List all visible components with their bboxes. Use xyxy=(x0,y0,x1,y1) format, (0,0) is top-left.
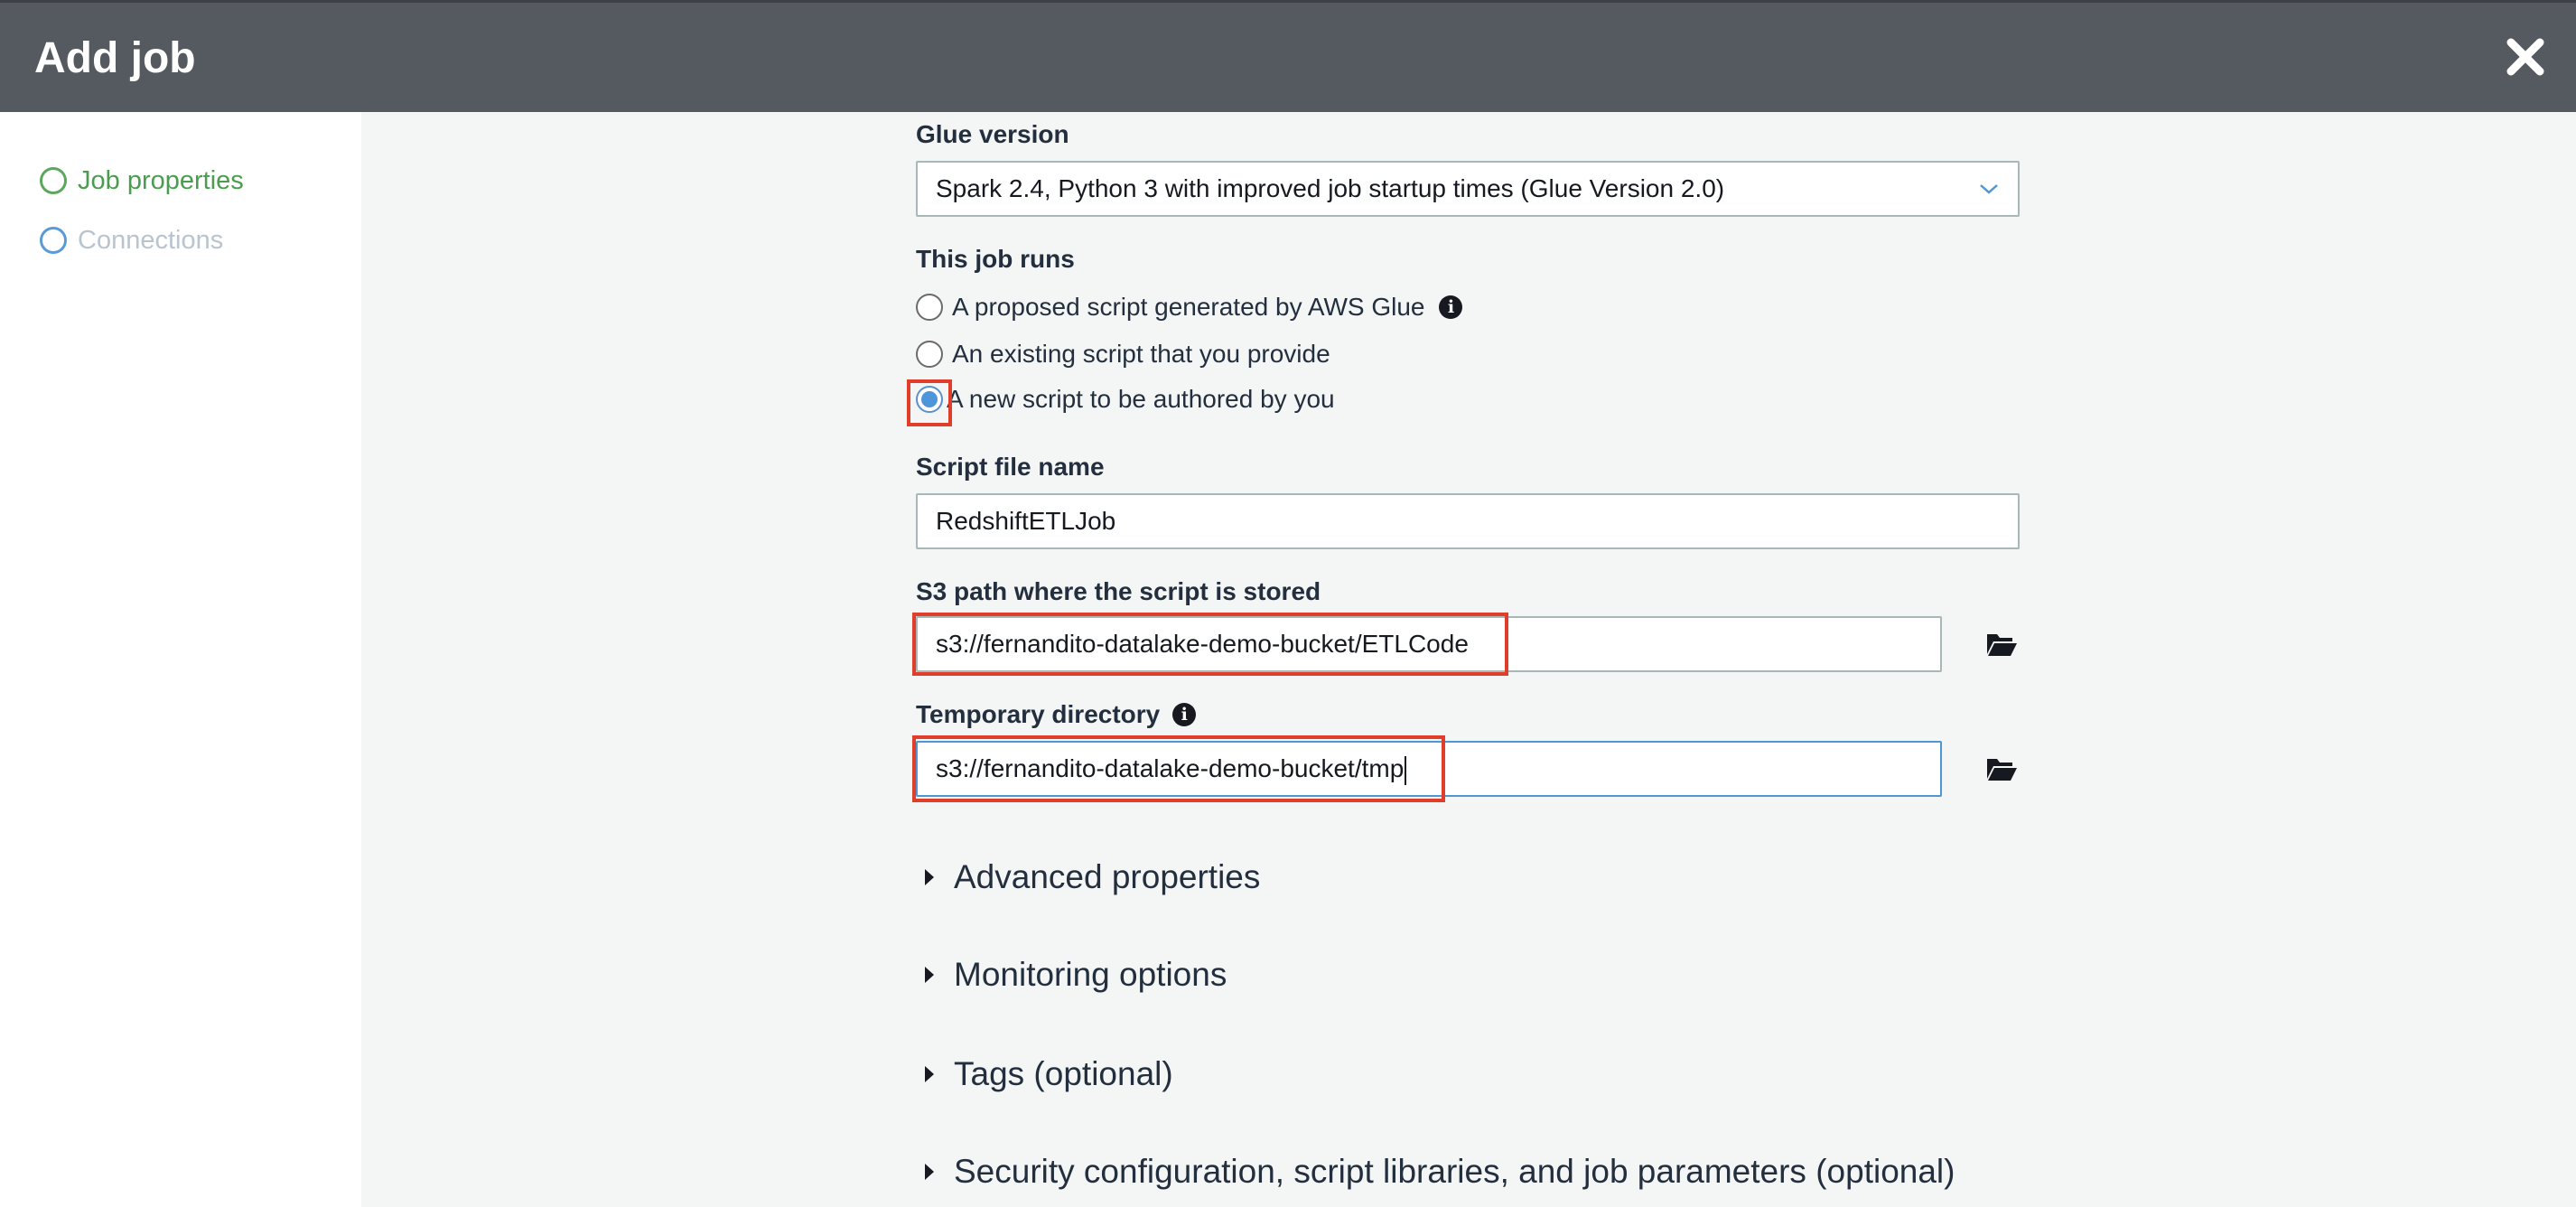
glue-version-select[interactable]: Spark 2.4, Python 3 with improved job st… xyxy=(916,161,2020,217)
step-job-properties[interactable]: Job properties xyxy=(40,163,244,199)
info-icon[interactable]: i xyxy=(1439,295,1463,319)
radio-option-proposed-script[interactable]: A proposed script generated by AWS Glue … xyxy=(916,289,1463,325)
wizard-sidebar: Job properties Connections xyxy=(0,112,361,1207)
caret-right-icon xyxy=(925,869,934,885)
section-label: Monitoring options xyxy=(954,956,1227,993)
folder-open-icon[interactable] xyxy=(1985,755,2018,782)
caret-right-icon xyxy=(925,1066,934,1082)
script-file-name-value: RedshiftETLJob xyxy=(936,507,1116,535)
temp-dir-label-row: Temporary directory i xyxy=(916,699,1197,730)
close-button[interactable] xyxy=(2498,30,2553,84)
section-monitoring-options[interactable]: Monitoring options xyxy=(925,956,1227,994)
step-label: Job properties xyxy=(78,166,244,195)
s3-path-label: S3 path where the script is stored xyxy=(916,577,1321,605)
temp-dir-label: Temporary directory xyxy=(916,700,1161,728)
section-security-configuration[interactable]: Security configuration, script libraries… xyxy=(925,1153,1955,1191)
step-label: Connections xyxy=(78,226,224,255)
text-cursor xyxy=(1405,755,1407,785)
step-status-icon xyxy=(40,227,67,254)
modal-header: Add job xyxy=(0,0,2576,112)
radio-option-existing-script[interactable]: An existing script that you provide xyxy=(916,336,1330,372)
radio-label: An existing script that you provide xyxy=(952,340,1330,368)
folder-open-icon[interactable] xyxy=(1985,631,2018,658)
temp-dir-input[interactable]: s3://fernandito-datalake-demo-bucket/tmp xyxy=(916,741,1942,797)
script-file-name-input[interactable]: RedshiftETLJob xyxy=(916,493,2020,549)
job-runs-label: This job runs xyxy=(916,245,1075,273)
close-icon xyxy=(2506,38,2544,76)
script-file-name-label: Script file name xyxy=(916,453,1105,481)
radio-label: A new script to be authored by you xyxy=(947,385,1335,413)
glue-version-label: Glue version xyxy=(916,120,1069,148)
radio-option-new-script[interactable]: A new script to be authored by you xyxy=(916,381,1335,417)
radio-label: A proposed script generated by AWS Glue xyxy=(952,293,1425,321)
s3-path-value: s3://fernandito-datalake-demo-bucket/ETL… xyxy=(936,630,1469,658)
step-status-icon xyxy=(40,167,67,194)
section-tags[interactable]: Tags (optional) xyxy=(925,1055,1173,1093)
caret-right-icon xyxy=(925,967,934,983)
step-connections[interactable]: Connections xyxy=(40,222,223,258)
temp-dir-value: s3://fernandito-datalake-demo-bucket/tmp xyxy=(936,754,1405,782)
s3-path-input[interactable]: s3://fernandito-datalake-demo-bucket/ETL… xyxy=(916,616,1942,672)
radio-button[interactable] xyxy=(916,294,943,321)
section-label: Advanced properties xyxy=(954,858,1261,895)
section-label: Security configuration, script libraries… xyxy=(954,1153,1955,1190)
modal-title: Add job xyxy=(34,34,196,82)
info-icon[interactable]: i xyxy=(1172,703,1197,726)
caret-right-icon xyxy=(925,1164,934,1180)
section-advanced-properties[interactable]: Advanced properties xyxy=(925,858,1260,896)
chevron-down-icon xyxy=(1980,184,1998,194)
radio-button-selected[interactable] xyxy=(916,386,943,413)
radio-button[interactable] xyxy=(916,341,943,368)
glue-version-value: Spark 2.4, Python 3 with improved job st… xyxy=(936,174,1725,202)
section-label: Tags (optional) xyxy=(954,1055,1173,1092)
